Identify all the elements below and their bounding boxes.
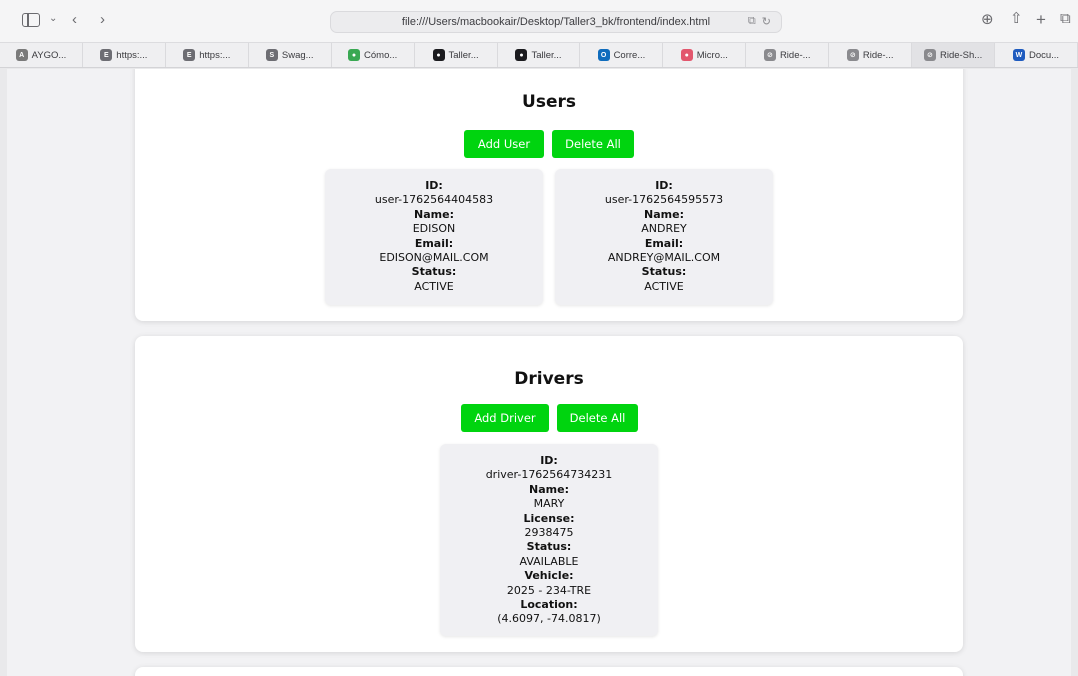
browser-tab[interactable]: ● Taller... [415,43,498,67]
forward-icon[interactable]: › [100,12,105,27]
browser-tab[interactable]: ⊘ Ride-Sh... [912,43,996,67]
new-tab-icon[interactable]: + [1036,11,1046,28]
browser-tab[interactable]: ⊘ Ride-... [746,43,830,67]
reload-icon[interactable]: ↻ [762,15,771,28]
tab-favicon-icon: A [15,49,28,61]
id-label: ID: [655,179,673,192]
tab-favicon-icon: ⊘ [763,49,776,61]
tab-favicon-icon: S [265,49,278,61]
browser-tab[interactable]: ● Taller... [498,43,581,67]
back-icon[interactable]: ‹ [72,12,77,27]
tab-favicon-icon: E [100,49,113,61]
tab-favicon-icon: O [597,49,610,61]
driver-name: MARY [533,497,565,511]
browser-tab[interactable]: O Corre... [580,43,664,67]
user-name: EDISON [412,222,456,236]
user-card: ID: user-1762564595573 Name: ANDREY Emai… [555,169,773,305]
tab-label: Micro... [696,49,728,61]
status-label: Status: [526,540,572,554]
name-label: Name: [644,207,684,221]
email-label: Email: [414,236,454,250]
driver-id: driver-1762564734231 [485,468,613,482]
tab-label: Docu... [1028,49,1060,61]
share-icon[interactable]: ⇧ [1010,11,1023,26]
user-email: EDISON@MAIL.COM [379,251,489,265]
add-driver-button[interactable]: Add Driver [461,404,549,432]
user-id: user-1762564595573 [604,193,724,207]
driver-location: (4.6097, -74.0817) [497,612,601,626]
sidebar-toggle-icon[interactable] [22,13,40,27]
vehicle-label: Vehicle: [524,569,574,583]
tab-label: Ride-... [862,49,894,61]
browser-toolbar: ⌄ ‹ › file:///Users/macbookair/Desktop/T… [0,0,1078,42]
browser-tab[interactable]: S Swag... [249,43,332,67]
status-label: Status: [411,265,457,279]
tab-favicon-icon: ● [432,49,445,61]
tab-label: Ride-Sh... [939,49,983,61]
user-status: ACTIVE [414,279,454,293]
browser-tab[interactable]: ⊘ Ride-... [829,43,913,67]
browser-tab[interactable]: A AYGO... [0,43,83,67]
add-user-button[interactable]: Add User [464,130,544,158]
tab-label: Taller... [448,49,479,61]
users-section: Users Add User Delete All ID: user-17625… [135,69,963,321]
name-label: Name: [529,482,569,496]
address-bar[interactable]: file:///Users/macbookair/Desktop/Taller3… [330,11,782,33]
tab-label: Taller... [531,49,562,61]
tab-favicon-icon: ● [680,49,693,61]
next-section [135,667,963,676]
user-id: user-1762564404583 [374,193,494,207]
translate-icon[interactable]: ⧉ [748,15,756,28]
tab-favicon-icon: E [183,49,196,61]
tab-label: Ride-... [779,49,811,61]
browser-tab[interactable]: W Docu... [995,43,1078,67]
tab-favicon-icon: ⊘ [923,49,936,61]
driver-status: AVAILABLE [519,554,579,568]
user-card: ID: user-1762564404583 Name: EDISON Emai… [325,169,543,305]
delete-all-drivers-button[interactable]: Delete All [557,404,638,432]
browser-tab[interactable]: ● Cómo... [332,43,415,67]
download-icon[interactable]: ⊕ [981,12,994,27]
email-label: Email: [644,236,684,250]
drivers-section: Drivers Add Driver Delete All ID: driver… [135,336,963,652]
driver-vehicle: 2025 - 234-TRE [506,583,592,597]
name-label: Name: [414,207,454,221]
status-label: Status: [641,265,687,279]
location-label: Location: [520,598,578,612]
tab-favicon-icon: ⊘ [846,49,859,61]
user-name: ANDREY [641,222,687,236]
driver-card: ID: driver-1762564734231 Name: MARY Lice… [440,444,658,636]
license-label: License: [523,511,575,525]
driver-license: 2938475 [524,526,574,540]
browser-tab[interactable]: ● Micro... [663,43,747,67]
tab-favicon-icon: ● [515,49,528,61]
tab-favicon-icon: W [1012,49,1025,61]
id-label: ID: [540,454,558,467]
tab-favicon-icon: ● [348,49,361,61]
drivers-title: Drivers [514,369,584,389]
chevron-down-icon[interactable]: ⌄ [49,14,57,24]
delete-all-users-button[interactable]: Delete All [552,130,634,158]
id-label: ID: [425,179,443,192]
tab-label: AYGO... [31,49,67,61]
users-title: Users [522,92,576,112]
page-content: Users Add User Delete All ID: user-17625… [7,69,1071,676]
user-email: ANDREY@MAIL.COM [607,251,721,265]
browser-tab[interactable]: Ehttps:... [83,43,166,67]
tab-label: Cómo... [364,49,398,61]
browser-tab[interactable]: Ehttps:... [166,43,249,67]
tab-overview-icon[interactable]: ⧉ [1060,11,1071,26]
tab-bar: A AYGO... Ehttps:... Ehttps:... S Swag... ● Cóm… [0,42,1078,68]
user-status: ACTIVE [644,279,684,293]
tab-label: https:... [199,49,231,61]
tab-label: https:... [116,49,148,61]
tab-label: Corre... [613,49,646,61]
tab-label: Swag... [281,49,314,61]
address-url: file:///Users/macbookair/Desktop/Taller3… [401,16,711,28]
